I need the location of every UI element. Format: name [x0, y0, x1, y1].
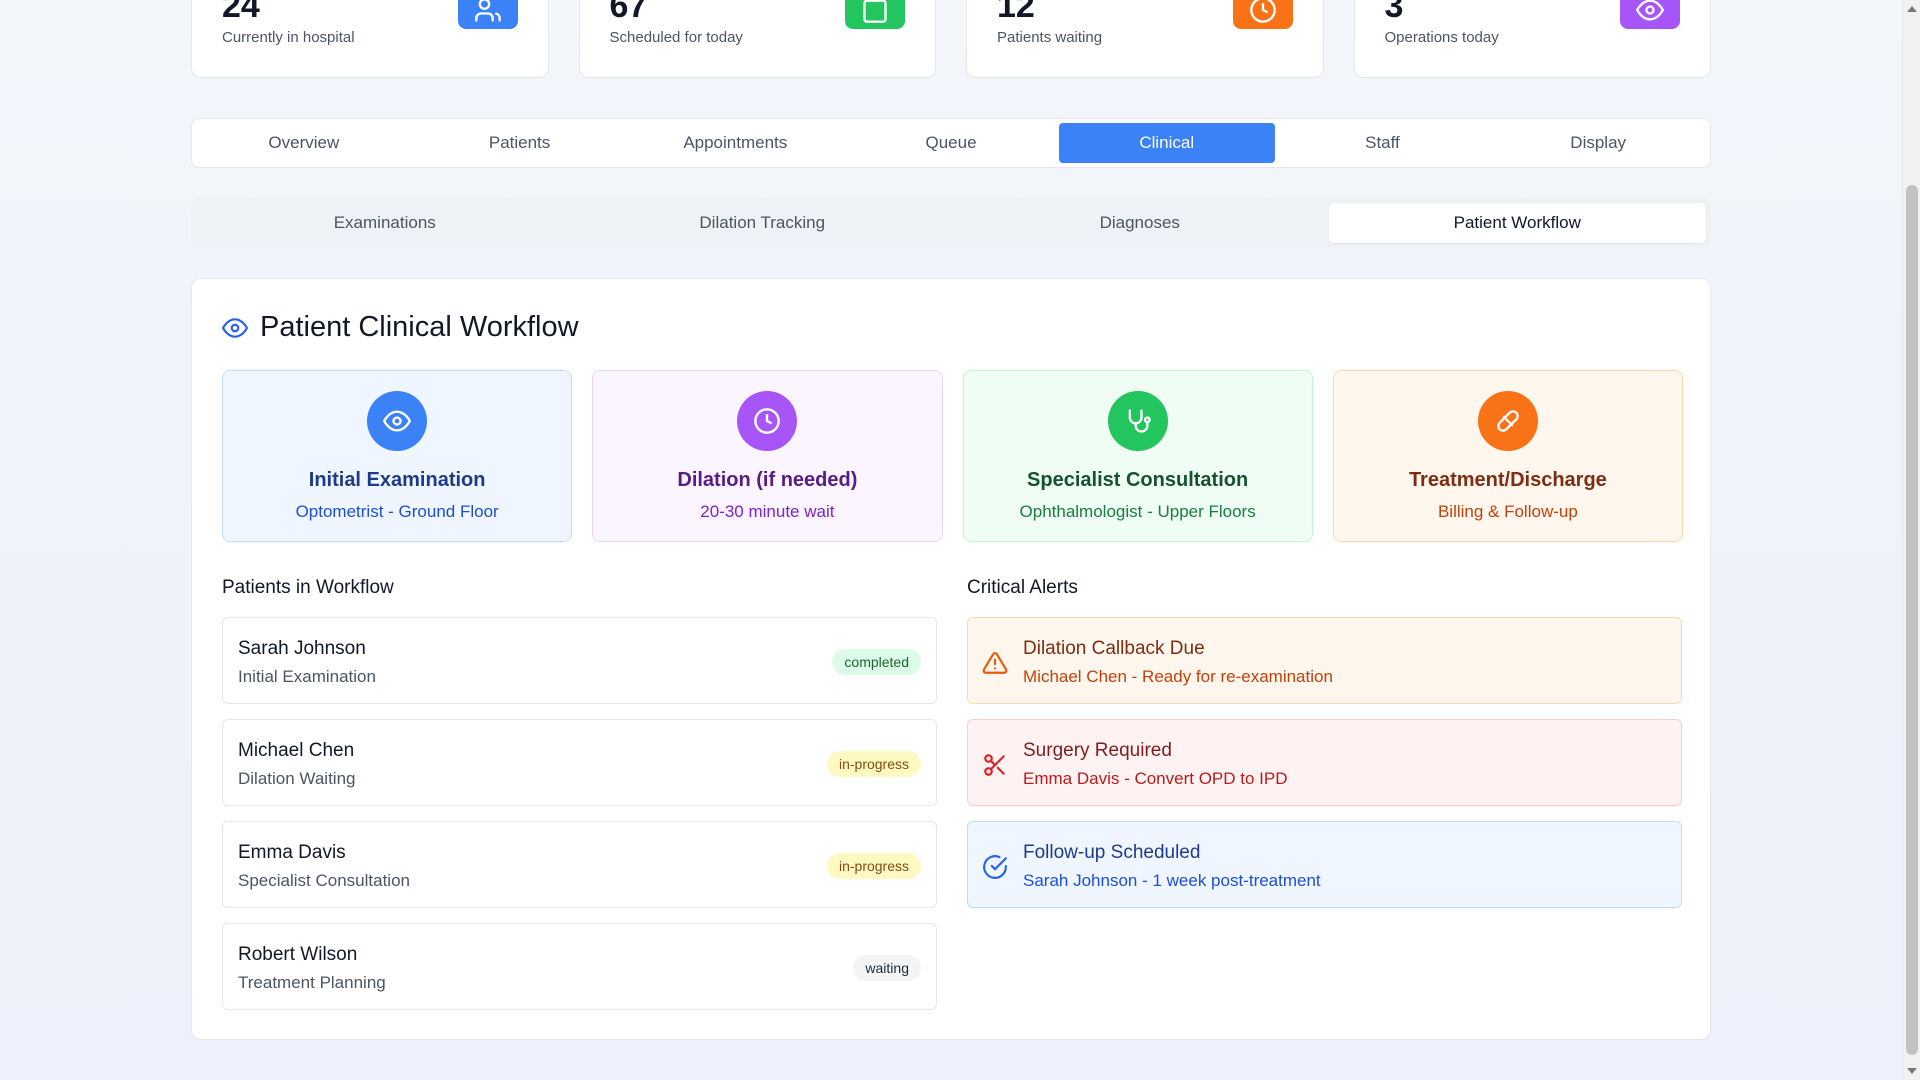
- tab-display[interactable]: Display: [1490, 123, 1706, 163]
- step-subtitle: Billing & Follow-up: [1437, 502, 1578, 521]
- step-title: Specialist Consultation: [1027, 469, 1249, 491]
- patient-step: Specialist Consultation: [238, 871, 410, 890]
- alert-title: Surgery Required: [1023, 740, 1172, 761]
- tab-overview[interactable]: Overview: [196, 123, 412, 163]
- clock-icon: [1232, 0, 1293, 29]
- status-badge: waiting: [853, 955, 921, 981]
- alert-dilation-callback[interactable]: Dilation Callback Due Michael Chen - Rea…: [967, 617, 1682, 704]
- alert-detail: Michael Chen - Ready for re-examination: [1023, 667, 1333, 686]
- subtab-diagnoses[interactable]: Diagnoses: [951, 203, 1329, 243]
- step-title: Initial Examination: [308, 469, 486, 491]
- scroll-up-arrow-icon[interactable]: [1907, 6, 1917, 12]
- tab-queue[interactable]: Queue: [843, 123, 1059, 163]
- tab-patients[interactable]: Patients: [412, 123, 628, 163]
- subtab-dilation-tracking[interactable]: Dilation Tracking: [574, 203, 952, 243]
- stat-card-operations: 3 Operations today: [1353, 0, 1711, 78]
- stat-label: Operations today: [1384, 29, 1499, 46]
- users-icon: [457, 0, 518, 29]
- status-badge: in-progress: [826, 751, 921, 777]
- patient-name: Robert Wilson: [238, 944, 358, 965]
- stat-value: 67: [609, 0, 648, 25]
- list-item[interactable]: Sarah Johnson Initial Examination comple…: [222, 617, 937, 704]
- step-initial-examination: Initial Examination Optometrist - Ground…: [222, 370, 573, 542]
- eye-icon: [222, 317, 248, 338]
- pill-icon: [1477, 391, 1538, 451]
- status-badge: completed: [832, 649, 921, 675]
- alert-detail: Sarah Johnson - 1 week post-treatment: [1023, 871, 1321, 890]
- panel-title: Patient Clinical Workflow: [222, 311, 579, 344]
- main-tab-bar: Overview Patients Appointments Queue Cli…: [191, 118, 1711, 168]
- patient-name: Sarah Johnson: [238, 638, 366, 659]
- stethoscope-icon: [1107, 391, 1168, 451]
- scroll-thumb[interactable]: [1906, 185, 1918, 1055]
- stat-card-waiting: 12 Patients waiting: [966, 0, 1324, 78]
- stat-card-scheduled: 67 Scheduled for today: [578, 0, 936, 78]
- tab-staff[interactable]: Staff: [1275, 123, 1491, 163]
- stat-value: 3: [1384, 0, 1404, 25]
- calendar-icon: [845, 0, 905, 29]
- alert-title: Follow-up Scheduled: [1023, 842, 1201, 863]
- alerts-list: Dilation Callback Due Michael Chen - Rea…: [967, 617, 1682, 923]
- alert-follow-up-scheduled[interactable]: Follow-up Scheduled Sarah Johnson - 1 we…: [967, 821, 1682, 908]
- list-item[interactable]: Michael Chen Dilation Waiting in-progres…: [222, 719, 937, 806]
- list-item[interactable]: Emma Davis Specialist Consultation in-pr…: [222, 821, 937, 908]
- eye-icon: [367, 391, 428, 451]
- step-subtitle: Ophthalmologist - Upper Floors: [1019, 502, 1256, 521]
- alerts-heading: Critical Alerts: [967, 577, 1078, 598]
- stat-label: Patients waiting: [997, 29, 1103, 46]
- stats-row: 24 Currently in hospital 67 Scheduled fo…: [191, 0, 1711, 78]
- step-subtitle: Optometrist - Ground Floor: [295, 502, 499, 521]
- patient-step: Dilation Waiting: [238, 769, 356, 788]
- workflow-panel: Patient Clinical Workflow Initial Examin…: [191, 278, 1711, 1040]
- panel-title-text: Patient Clinical Workflow: [260, 311, 579, 343]
- step-specialist-consultation: Specialist Consultation Ophthalmologist …: [962, 370, 1313, 542]
- step-title: Treatment/Discharge: [1408, 469, 1607, 491]
- patients-heading: Patients in Workflow: [222, 577, 394, 598]
- step-dilation: Dilation (if needed) 20-30 minute wait: [592, 370, 943, 542]
- patient-step: Treatment Planning: [238, 973, 386, 992]
- alert-surgery-required[interactable]: Surgery Required Emma Davis - Convert OP…: [967, 719, 1682, 806]
- eye-icon: [1620, 0, 1680, 29]
- subtab-patient-workflow[interactable]: Patient Workflow: [1328, 203, 1706, 243]
- status-badge: in-progress: [826, 853, 921, 879]
- stat-label: Currently in hospital: [222, 29, 355, 46]
- tab-clinical[interactable]: Clinical: [1058, 123, 1275, 163]
- step-title: Dilation (if needed): [677, 469, 858, 491]
- workflow-steps: Initial Examination Optometrist - Ground…: [222, 370, 1683, 542]
- alert-title: Dilation Callback Due: [1023, 638, 1205, 659]
- clinical-sub-tab-bar: Examinations Dilation Tracking Diagnoses…: [191, 198, 1711, 248]
- patients-list: Sarah Johnson Initial Examination comple…: [222, 617, 937, 1025]
- alert-detail: Emma Davis - Convert OPD to IPD: [1023, 769, 1288, 788]
- page-scrollbar[interactable]: [1902, 0, 1920, 1080]
- tab-appointments[interactable]: Appointments: [627, 123, 843, 163]
- patient-name: Emma Davis: [238, 842, 346, 863]
- step-treatment-discharge: Treatment/Discharge Billing & Follow-up: [1332, 370, 1683, 542]
- stat-card-in-hospital: 24 Currently in hospital: [191, 0, 549, 78]
- stat-label: Scheduled for today: [609, 29, 743, 46]
- stat-value: 24: [222, 0, 260, 25]
- patient-name: Michael Chen: [238, 740, 355, 761]
- step-subtitle: 20-30 minute wait: [700, 502, 835, 521]
- scroll-down-arrow-icon[interactable]: [1907, 1068, 1917, 1074]
- subtab-examinations[interactable]: Examinations: [196, 203, 574, 243]
- clock-icon: [737, 391, 798, 451]
- scissors-icon: [984, 754, 1005, 776]
- warning-icon: [982, 652, 1008, 674]
- list-item[interactable]: Robert Wilson Treatment Planning waiting: [222, 923, 937, 1010]
- patient-step: Initial Examination: [238, 667, 376, 686]
- check-circle-icon: [983, 855, 1007, 879]
- stat-value: 12: [997, 0, 1035, 25]
